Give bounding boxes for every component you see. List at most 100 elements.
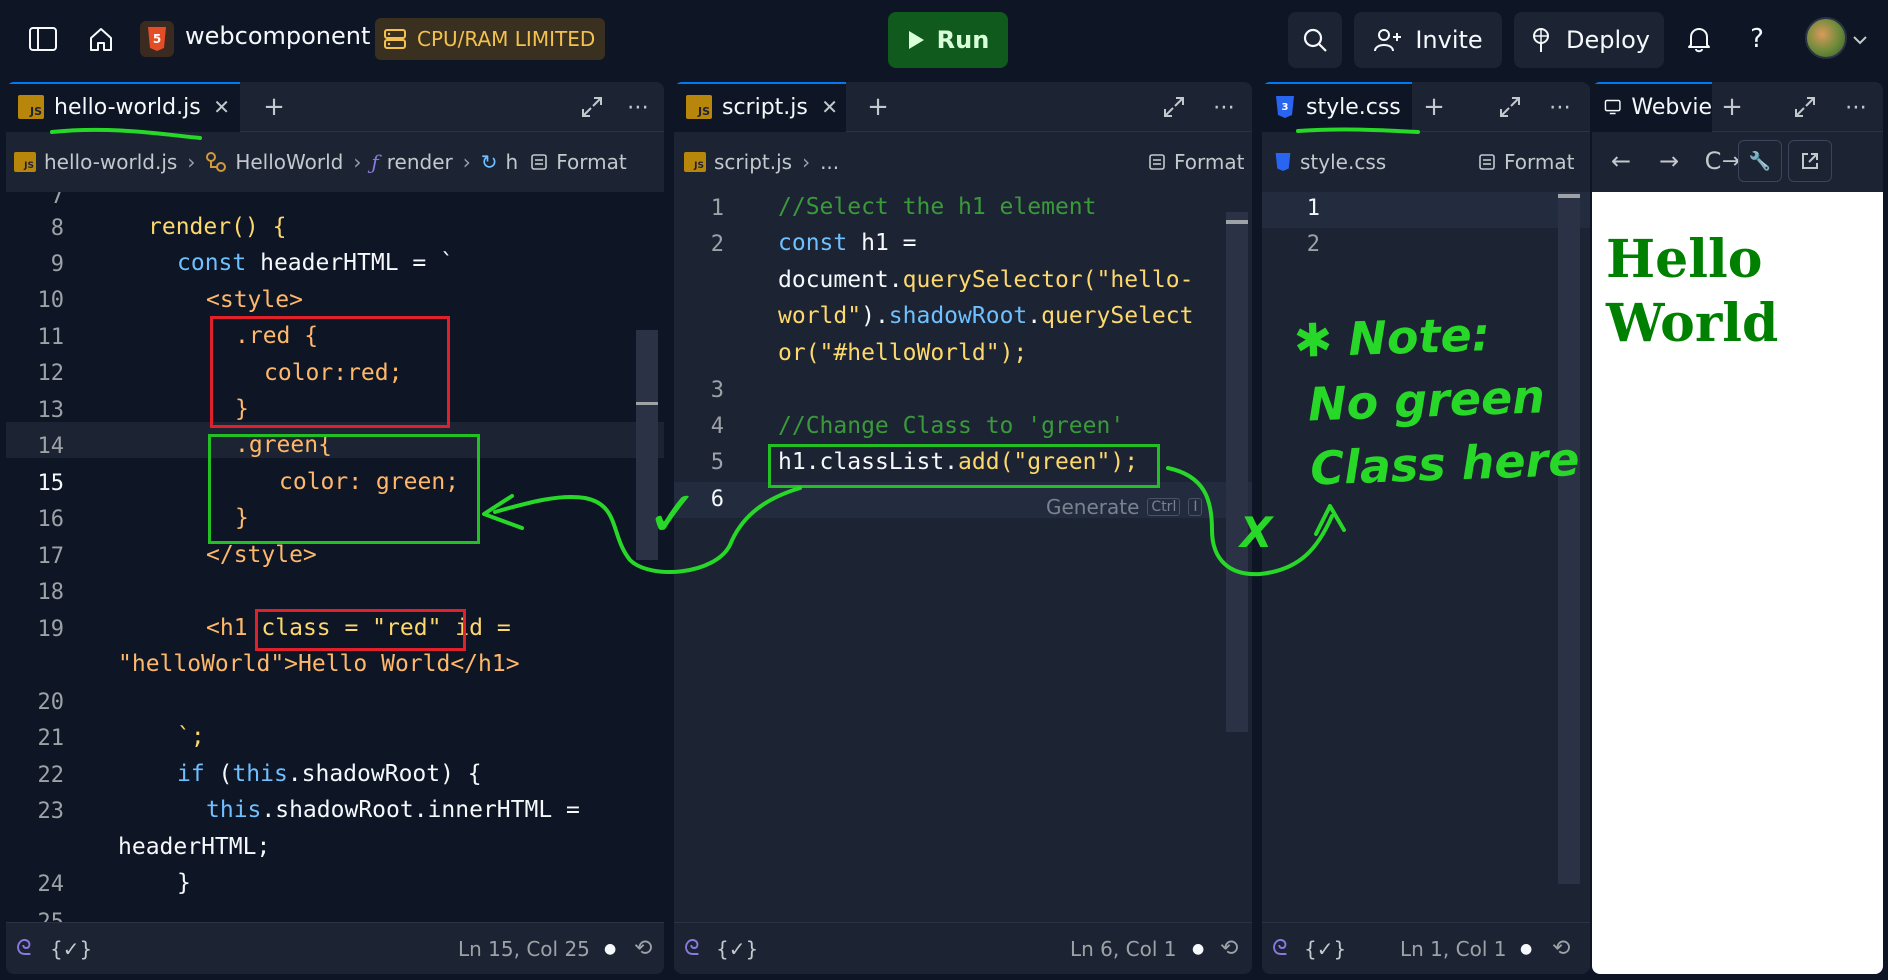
- css-file-icon: [1275, 153, 1291, 171]
- close-icon[interactable]: ✕: [213, 95, 230, 119]
- add-tab-icon[interactable]: +: [1716, 82, 1748, 132]
- add-tab-icon[interactable]: +: [858, 82, 898, 132]
- line-number: 24: [37, 872, 65, 897]
- braces-check-icon[interactable]: {✓}: [1304, 937, 1346, 961]
- breadcrumb-file[interactable]: style.css: [1274, 150, 1386, 174]
- line-number: 7: [50, 192, 64, 209]
- notifications-icon[interactable]: [1682, 22, 1716, 56]
- highlight-class-red: [255, 609, 466, 651]
- scrollbar-marker: [636, 402, 658, 405]
- js-file-icon: JS: [18, 95, 44, 119]
- resource-limit-badge[interactable]: CPU/RAM LIMITED: [375, 18, 606, 60]
- breadcrumb-item[interactable]: ↻ h: [481, 150, 518, 174]
- line-number: 21: [37, 726, 65, 751]
- status-bar: ᘓ {✓} Ln 15, Col 25 ● ⟲: [6, 922, 664, 974]
- code-line-23-wrap: headerHTML;: [118, 834, 270, 860]
- maximize-icon[interactable]: [1490, 82, 1530, 132]
- more-options-icon[interactable]: ⋯: [1540, 82, 1580, 132]
- editor-pane-hello-world: JS hello-world.js ✕ + ⋯ JS hello-world.js…: [6, 82, 664, 974]
- braces-check-icon[interactable]: {✓}: [50, 937, 92, 961]
- breadcrumb-more[interactable]: ...: [820, 150, 839, 174]
- help-icon[interactable]: ?: [1740, 22, 1774, 56]
- note-line-1: ✱ Note:: [1292, 307, 1491, 368]
- history-icon[interactable]: ⟲: [1552, 936, 1570, 961]
- cursor-position[interactable]: Ln 15, Col 25: [458, 937, 590, 961]
- repl-name[interactable]: webcomponent: [185, 22, 370, 50]
- line-number: 11: [37, 325, 65, 350]
- breadcrumb-file-label: script.js: [714, 150, 793, 174]
- scrollbar[interactable]: [1226, 212, 1248, 732]
- breadcrumb-file[interactable]: JS hello-world.js: [14, 150, 177, 174]
- line-number: 25: [6, 910, 65, 922]
- breadcrumb-method[interactable]: ƒ render: [371, 150, 452, 174]
- scrollbar-marker: [1558, 194, 1580, 198]
- breadcrumb-file[interactable]: JS script.js: [684, 150, 792, 174]
- invite-button[interactable]: Invite: [1354, 12, 1502, 68]
- line-number: 16: [37, 507, 65, 532]
- code-editor[interactable]: 7 8 9 10 11 12 13 14 15 16 17 18 19 20 21 22 23 24 25 rend…: [6, 192, 664, 922]
- deploy-icon: [1532, 28, 1549, 52]
- scrollbar[interactable]: [1558, 192, 1580, 884]
- invite-label: Invite: [1415, 26, 1483, 54]
- add-tab-icon[interactable]: +: [1414, 82, 1454, 132]
- breadcrumb-class[interactable]: HelloWorld: [205, 150, 343, 174]
- chevron-down-icon[interactable]: [1850, 30, 1870, 50]
- note-line-2: No green: [1307, 369, 1546, 432]
- forward-arrow-icon[interactable]: →: [1654, 146, 1684, 176]
- tab-style-css[interactable]: 3 style.css: [1262, 82, 1412, 132]
- line-number: 22: [37, 763, 65, 788]
- format-button[interactable]: Format: [530, 150, 627, 174]
- ai-icon[interactable]: ᘓ: [16, 936, 32, 961]
- history-icon[interactable]: ⟲: [634, 936, 652, 961]
- ai-icon[interactable]: ᘓ: [1272, 936, 1288, 961]
- open-new-tab-icon[interactable]: [1788, 140, 1832, 182]
- tab-bar: JS hello-world.js ✕ + ⋯: [6, 82, 664, 132]
- more-options-icon[interactable]: ⋯: [1204, 82, 1244, 132]
- line-number: 8: [50, 216, 64, 241]
- webview-content[interactable]: Hello World: [1592, 192, 1883, 974]
- home-icon[interactable]: [84, 22, 118, 56]
- maximize-icon[interactable]: [572, 82, 612, 132]
- sidebar-toggle-icon[interactable]: [26, 22, 60, 56]
- history-icon[interactable]: ⟲: [1220, 936, 1238, 961]
- braces-check-icon[interactable]: {✓}: [716, 937, 758, 961]
- code-text: `;: [177, 724, 205, 750]
- generate-hint[interactable]: Generate Ctrl I: [1046, 490, 1203, 524]
- search-button[interactable]: [1288, 12, 1342, 68]
- tab-script-js[interactable]: JS script.js ✕: [674, 82, 846, 132]
- more-options-icon[interactable]: ⋯: [618, 82, 658, 132]
- format-button[interactable]: Format: [1478, 132, 1574, 192]
- avatar[interactable]: [1805, 17, 1847, 59]
- code-text: }: [177, 870, 191, 896]
- tab-hello-world-js[interactable]: JS hello-world.js ✕: [6, 82, 240, 132]
- add-tab-icon[interactable]: +: [254, 82, 294, 132]
- format-label: Format: [1504, 150, 1575, 174]
- code-line-19-wrap: "helloWorld">Hello World</h1>: [118, 651, 520, 677]
- devtools-button[interactable]: 🔧: [1738, 140, 1782, 182]
- tab-label: Webvie: [1631, 94, 1712, 120]
- back-arrow-icon[interactable]: ←: [1606, 146, 1636, 176]
- close-icon[interactable]: ✕: [821, 95, 838, 119]
- breadcrumb-class-label: HelloWorld: [235, 150, 344, 174]
- line-number: 1: [710, 196, 724, 221]
- code-editor[interactable]: 123456 //Select the h1 element const h1 …: [674, 192, 1252, 922]
- tab-webview[interactable]: Webvie: [1592, 82, 1712, 132]
- more-options-icon[interactable]: ⋯: [1836, 82, 1876, 132]
- breadcrumb: style.css Format: [1262, 132, 1590, 192]
- cursor-position[interactable]: Ln 6, Col 1: [1070, 937, 1176, 961]
- cursor-position[interactable]: Ln 1, Col 1: [1400, 937, 1506, 961]
- play-icon: [908, 31, 924, 49]
- editor-pane-style: 3 style.css + ⋯ style.css Format 1 2 ᘓ {✓…: [1262, 82, 1590, 974]
- format-button[interactable]: Format: [1148, 132, 1244, 192]
- code-text: headerHTML = `: [246, 250, 454, 276]
- code-line-2-wrap-1: document.querySelector("hello-: [778, 267, 1193, 293]
- format-label: Format: [556, 150, 627, 174]
- deploy-button[interactable]: Deploy: [1514, 12, 1664, 68]
- maximize-icon[interactable]: [1788, 82, 1822, 132]
- code-tag: </style>: [206, 542, 317, 568]
- run-button[interactable]: Run: [888, 12, 1008, 68]
- line-number: 14: [37, 434, 65, 459]
- line-number: 9: [50, 252, 64, 277]
- maximize-icon[interactable]: [1154, 82, 1194, 132]
- ai-icon[interactable]: ᘓ: [684, 936, 700, 961]
